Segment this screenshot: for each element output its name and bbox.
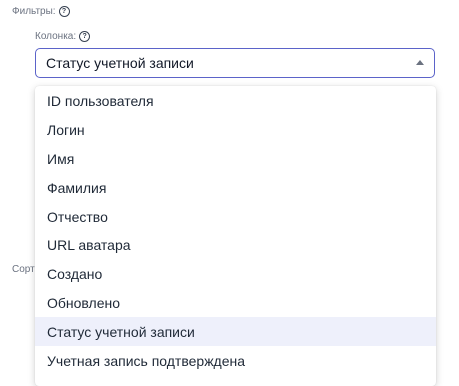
column-label: Колонка: ?	[35, 31, 91, 42]
column-dropdown: ID пользователя Логин Имя Фамилия Отчест…	[35, 86, 436, 386]
column-select-value: Статус учетной записи	[46, 55, 194, 71]
option-label: Логин	[47, 122, 85, 139]
option-label: Имя	[47, 150, 75, 167]
dropdown-option[interactable]: Фамилия	[35, 173, 436, 202]
dropdown-option[interactable]: Имя	[35, 145, 436, 174]
filters-label-text: Фильтры:	[12, 6, 56, 17]
option-label: Создано	[47, 266, 103, 283]
caret-up-icon[interactable]	[416, 60, 424, 65]
help-icon[interactable]: ?	[58, 6, 70, 17]
dropdown-option[interactable]: ID пользователя	[35, 87, 436, 116]
sort-label: Сорт	[12, 264, 35, 275]
option-label: ID пользователя	[47, 93, 154, 110]
option-label: Статус учетной записи	[47, 323, 195, 340]
dropdown-option[interactable]: Учетная запись подтверждена	[35, 346, 436, 375]
option-label: Фамилия	[47, 179, 107, 196]
help-icon[interactable]: ?	[79, 31, 91, 42]
dropdown-option-selected[interactable]: Статус учетной записи	[35, 317, 436, 347]
option-label: Учетная запись подтверждена	[47, 352, 246, 369]
column-label-text: Колонка:	[35, 31, 77, 42]
option-label: Отчество	[47, 208, 108, 225]
dropdown-option[interactable]: Обновлено	[35, 289, 436, 318]
dropdown-option[interactable]: Логин	[35, 116, 436, 145]
dropdown-option[interactable]: Отчество	[35, 202, 436, 231]
dropdown-option[interactable]: Создано	[35, 260, 436, 289]
option-label: Обновлено	[47, 294, 121, 311]
column-select[interactable]: Статус учетной записи	[35, 48, 435, 78]
option-label: URL аватара	[47, 237, 131, 254]
filters-label: Фильтры: ?	[12, 6, 70, 17]
dropdown-option[interactable]: URL аватара	[35, 231, 436, 260]
